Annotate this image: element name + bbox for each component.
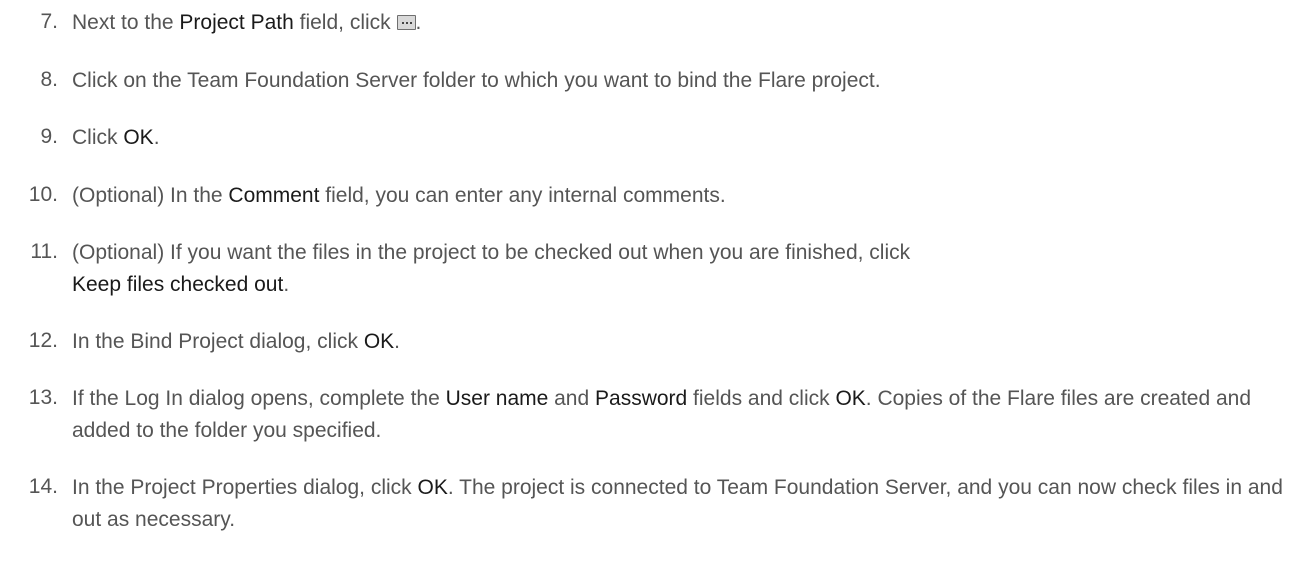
step-number: 10. xyxy=(28,183,58,206)
step-number: 14. xyxy=(28,475,58,498)
ellipsis-browse-icon xyxy=(396,15,416,30)
step-text: (Optional) If you want the files in the … xyxy=(72,241,911,296)
ui-term: OK xyxy=(363,330,395,353)
ui-term: OK xyxy=(835,387,866,410)
step-text: Click on the Team Foundation Server fold… xyxy=(72,69,881,92)
step-number: 13. xyxy=(28,386,58,409)
step-text: In the Project Properties dialog, click … xyxy=(72,476,1283,531)
step-number: 7. xyxy=(40,10,58,33)
ui-term: Password xyxy=(595,387,688,410)
ui-term: Project Path xyxy=(179,11,294,34)
step-text: Click OK. xyxy=(72,126,160,149)
ui-term: OK xyxy=(417,476,448,499)
step-text: In the Bind Project dialog, click OK. xyxy=(72,330,401,353)
ui-term: Comment xyxy=(228,184,320,207)
step-text: (Optional) In the Comment field, you can… xyxy=(72,184,726,207)
step-number: 12. xyxy=(28,329,58,352)
step-number: 8. xyxy=(40,68,58,91)
ui-term: OK xyxy=(123,126,154,149)
step-text: Next to the Project Path field, click . xyxy=(72,11,422,34)
step-number: 9. xyxy=(40,125,58,148)
step-text: If the Log In dialog opens, complete the… xyxy=(72,387,1252,442)
ui-term: Keep files checked out xyxy=(72,273,284,296)
ui-term: User name xyxy=(445,387,549,410)
step-number: 11. xyxy=(30,240,58,263)
